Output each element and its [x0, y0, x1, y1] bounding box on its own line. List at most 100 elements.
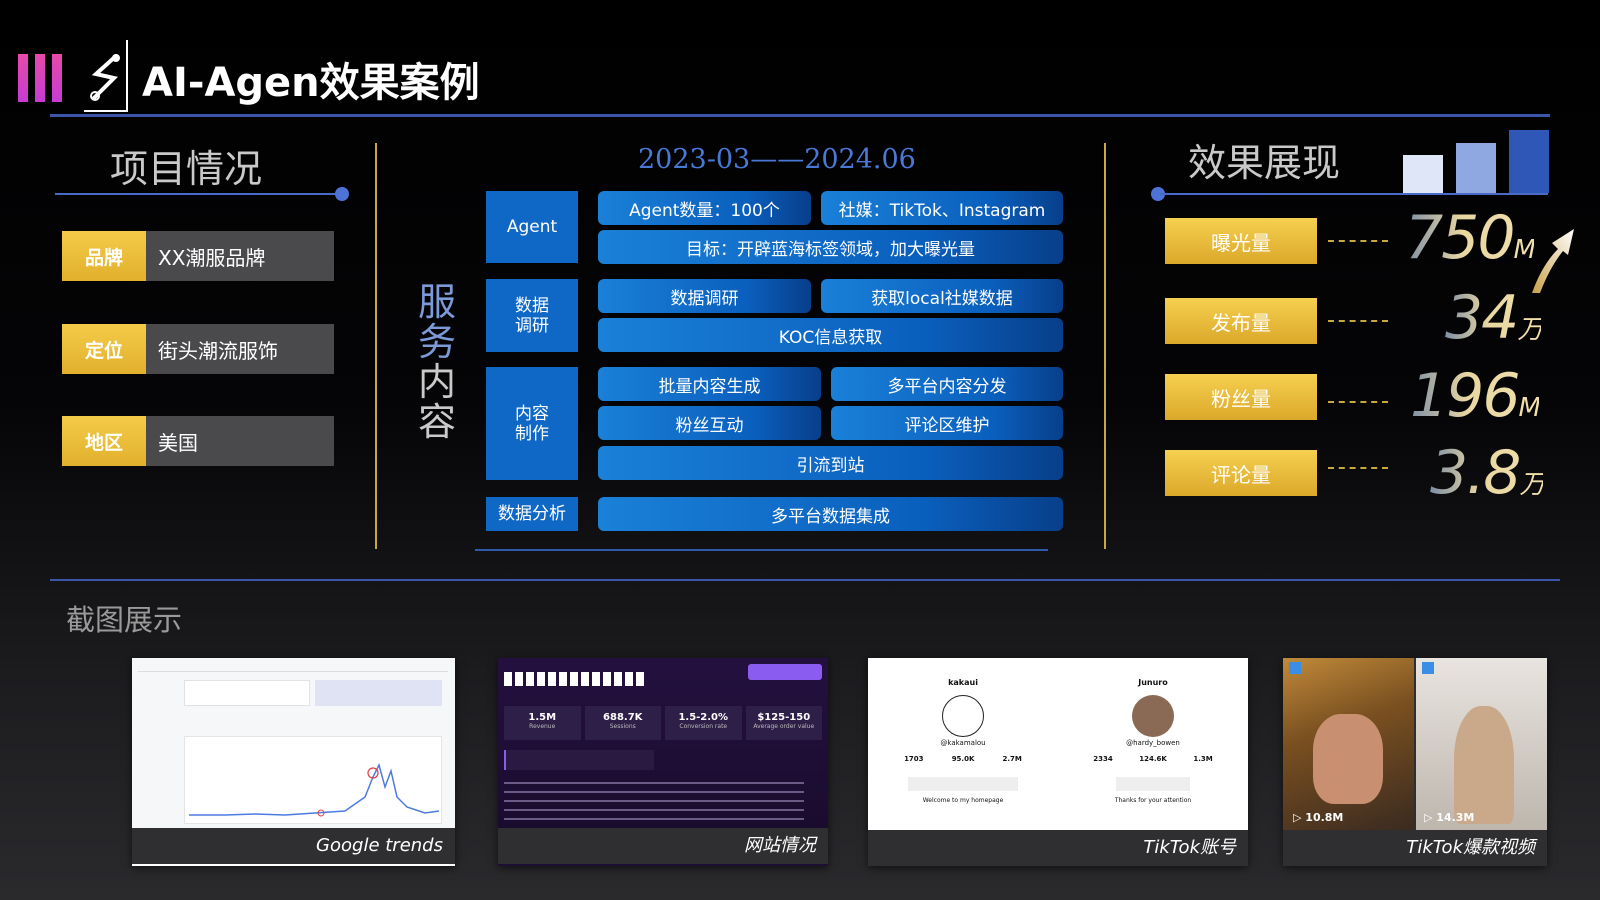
site-logo [504, 672, 644, 686]
tiktok-handle: @kakamalou [940, 739, 986, 747]
site-stats: 1.5M Revenue 688.7K Sessions 1.5-2.0% Co… [504, 706, 822, 740]
stat-connector [1328, 401, 1388, 403]
service-vertical-title: 服 务 内 容 [412, 282, 462, 442]
project-row-key: 品牌 [62, 231, 146, 281]
stat-label: 曝光量 [1165, 218, 1317, 264]
trends-toolbar [138, 664, 448, 672]
project-row-value: 美国 [146, 416, 334, 466]
screenshot-caption: TikTok账号 [868, 830, 1248, 866]
edit-profile-button[interactable] [908, 777, 1018, 791]
tiktok-following: 2334 [1093, 755, 1113, 763]
header-accent-bars [18, 54, 62, 102]
edit-profile-button[interactable] [1116, 777, 1190, 791]
service-vertical-char: 服 [417, 280, 456, 324]
service-agent-count: Agent数量：100个 [598, 191, 811, 225]
screenshot-caption: Google trends [132, 828, 455, 864]
stat-label: 评论量 [1165, 450, 1317, 496]
site-note [504, 750, 654, 770]
screenshot-website: 1.5M Revenue 688.7K Sessions 1.5-2.0% Co… [498, 658, 828, 866]
stat-number: 3.8 [1430, 438, 1520, 508]
avatar [1132, 695, 1174, 737]
site-stat-label: Conversion rate [679, 723, 728, 730]
stat-value: 750M [1405, 203, 1534, 273]
service-comments: 评论区维护 [831, 406, 1063, 440]
service-vertical-char: 内 [417, 360, 456, 404]
category-research: 数据 调研 [486, 279, 578, 352]
service-date: 2023-03——2024.06 [638, 144, 916, 175]
service-integrate: 多平台数据集成 [598, 497, 1063, 531]
site-description [504, 782, 804, 822]
project-row-key: 定位 [62, 324, 146, 374]
tiktok-likes: 1.3M [1193, 755, 1213, 763]
screenshots-title: 截图展示 [66, 603, 183, 637]
category-content: 内容 制作 [486, 367, 578, 480]
tiktok-followers: 95.0K [951, 755, 975, 763]
page-title: AI-Agen效果案例 [142, 60, 480, 106]
category-agent: Agent [486, 191, 578, 263]
tiktok-name: Junuro [1138, 678, 1168, 687]
stat-unit: M [1518, 393, 1539, 423]
service-goal: 目标：开辟蓝海标签领域，加大曝光量 [598, 230, 1063, 264]
service-vertical-char: 务 [417, 320, 456, 364]
site-stat: 688.7K Sessions [584, 706, 661, 740]
results-title: 效果展现 [1188, 141, 1341, 185]
tiktok-name: kakaui [948, 678, 978, 687]
service-fans: 粉丝互动 [598, 406, 821, 440]
stat-number: 34 [1445, 283, 1518, 353]
tiktok-followers: 124.6K [1139, 755, 1167, 763]
service-distribute: 多平台内容分发 [831, 367, 1063, 401]
download-icon[interactable] [1422, 662, 1434, 674]
project-title-dot [335, 187, 349, 201]
screenshot-caption: 网站情况 [498, 828, 828, 864]
site-stat-label: Sessions [609, 723, 636, 730]
stat-number: 750 [1405, 203, 1514, 273]
stat-value: 3.8万 [1430, 438, 1543, 508]
tiktok-handle: @hardy_bowen [1126, 739, 1180, 747]
project-row-brand: 品牌 XX潮服品牌 [62, 231, 334, 281]
site-demo-button[interactable] [748, 664, 822, 680]
results-bar-icon [1509, 130, 1549, 193]
service-social: 社媒：TikTok、Instagram [821, 191, 1063, 225]
video-person [1454, 706, 1514, 824]
stat-unit: 万 [1517, 315, 1542, 345]
tiktok-counts: 2334 124.6K 1.3M [1058, 755, 1248, 763]
stat-connector [1328, 240, 1388, 242]
tiktok-following: 1703 [904, 755, 924, 763]
stat-unit: 万 [1519, 470, 1544, 500]
service-traffic: 引流到站 [598, 446, 1063, 480]
site-stat-value: $125-150 [757, 712, 811, 723]
tiktok-counts: 1703 95.0K 2.7M [868, 755, 1058, 763]
project-row-value: 街头潮流服饰 [146, 324, 334, 374]
stat-number: 196 [1410, 361, 1519, 431]
video-person [1313, 714, 1383, 804]
header-divider [50, 114, 1550, 117]
site-stat-label: Average order value [753, 723, 815, 730]
screenshot-google-trends: Google trends [132, 658, 455, 866]
video-thumbnail[interactable]: ▷ 14.3M [1416, 658, 1547, 830]
trends-compare-card [315, 680, 442, 706]
tiktok-likes: 2.7M [1002, 755, 1022, 763]
tiktok-bio: Thanks for your attention [1114, 797, 1192, 804]
screenshot-tiktok-videos: ▷ 10.8M ▷ 14.3M TikTok爆款视频 [1283, 658, 1547, 866]
project-title-underline [55, 193, 340, 195]
project-row-region: 地区 美国 [62, 416, 334, 466]
avatar [942, 695, 984, 737]
category-analysis: 数据分析 [486, 497, 578, 531]
trends-chart-card [184, 736, 442, 824]
tiktok-bio: Welcome to my homepage [922, 797, 1004, 804]
project-row-position: 定位 街头潮流服饰 [62, 324, 334, 374]
video-thumbnail[interactable]: ▷ 10.8M [1283, 658, 1414, 830]
screenshots-divider [50, 579, 1560, 581]
site-stat: 1.5M Revenue [504, 706, 581, 740]
left-divider [375, 143, 377, 549]
project-row-value: XX潮服品牌 [146, 231, 334, 281]
stat-connector [1328, 467, 1388, 469]
video-views-count: 14.3M [1436, 811, 1475, 824]
stat-value: 34万 [1445, 283, 1541, 353]
stat-connector [1328, 320, 1388, 322]
service-vertical-char: 容 [417, 400, 456, 444]
download-icon[interactable] [1289, 662, 1301, 674]
services-baseline [475, 549, 1048, 551]
video-views-count: 10.8M [1305, 811, 1344, 824]
service-local-data: 获取local社媒数据 [821, 279, 1063, 313]
